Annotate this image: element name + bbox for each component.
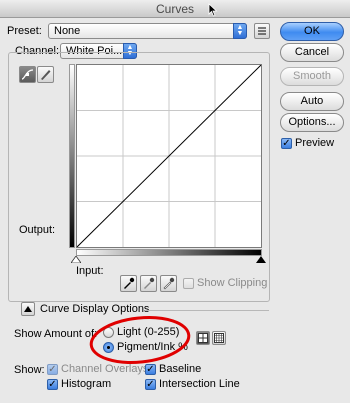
triangle-up-icon — [24, 306, 32, 312]
highlight-circle-annotation — [89, 316, 191, 364]
channel-overlays-checkbox[interactable]: ✓ — [47, 364, 58, 375]
white-point-slider-icon[interactable] — [256, 256, 266, 263]
baseline-checkbox[interactable]: ✓ — [145, 364, 156, 375]
mouse-cursor-icon — [208, 3, 218, 17]
show-clipping-label: Show Clipping — [197, 277, 268, 289]
eyedropper-gray-icon — [144, 277, 155, 289]
grid-10-icon — [214, 333, 224, 343]
pencil-tool-button[interactable] — [37, 66, 54, 83]
preset-value: None — [54, 25, 81, 37]
show-amount-label: Show Amount of: — [14, 328, 98, 340]
window-title: Curves — [155, 2, 194, 16]
histogram-label: Histogram — [61, 378, 112, 390]
smooth-button[interactable]: Smooth — [280, 67, 344, 86]
show-clipping-checkbox[interactable] — [183, 278, 194, 289]
input-label: Input: — [76, 265, 104, 277]
cancel-button[interactable]: Cancel — [280, 43, 344, 62]
grid-4-icon — [198, 333, 208, 343]
curve-edit-icon — [21, 69, 34, 80]
auto-button[interactable]: Auto — [280, 92, 344, 111]
menu-list-icon — [258, 27, 266, 35]
options-button[interactable]: Options... — [280, 113, 344, 132]
channel-overlays-label: Channel Overlays — [61, 363, 149, 375]
histogram-checkbox[interactable]: ✓ — [47, 379, 58, 390]
pencil-icon — [41, 70, 51, 80]
window-title-bar[interactable]: Curves — [0, 0, 350, 18]
input-gradient-bar — [76, 249, 262, 256]
ok-button[interactable]: OK — [280, 22, 344, 41]
output-gradient-bar — [69, 64, 75, 248]
preset-label: Preset: — [7, 25, 42, 37]
popup-arrows-icon: ▲ ▼ — [233, 23, 247, 39]
disclosure-toggle-button[interactable] — [21, 302, 35, 316]
grid-simple-button[interactable] — [196, 331, 210, 345]
eyedropper-black-icon — [124, 277, 135, 289]
intersection-line-label: Intersection Line — [159, 378, 240, 390]
curve-graph[interactable] — [76, 64, 262, 248]
preview-label: Preview — [295, 137, 335, 149]
curve-grid — [76, 64, 262, 248]
section-divider — [145, 310, 269, 311]
gray-eyedropper-button[interactable] — [140, 275, 157, 292]
preset-options-button[interactable] — [254, 23, 270, 39]
output-label: Output: — [19, 224, 56, 236]
black-eyedropper-button[interactable] — [120, 275, 137, 292]
intersection-line-checkbox[interactable]: ✓ — [145, 379, 156, 390]
show-label: Show: — [14, 364, 45, 376]
preview-checkbox[interactable]: ✓ — [281, 138, 292, 149]
grid-detailed-button[interactable] — [212, 331, 226, 345]
preset-select[interactable]: None ▲ ▼ — [48, 23, 247, 39]
baseline-label: Baseline — [159, 363, 202, 375]
curve-tool-button[interactable] — [19, 66, 36, 83]
black-point-slider-icon[interactable] — [71, 256, 81, 263]
white-eyedropper-button[interactable] — [160, 275, 177, 292]
eyedropper-white-icon — [163, 277, 175, 290]
